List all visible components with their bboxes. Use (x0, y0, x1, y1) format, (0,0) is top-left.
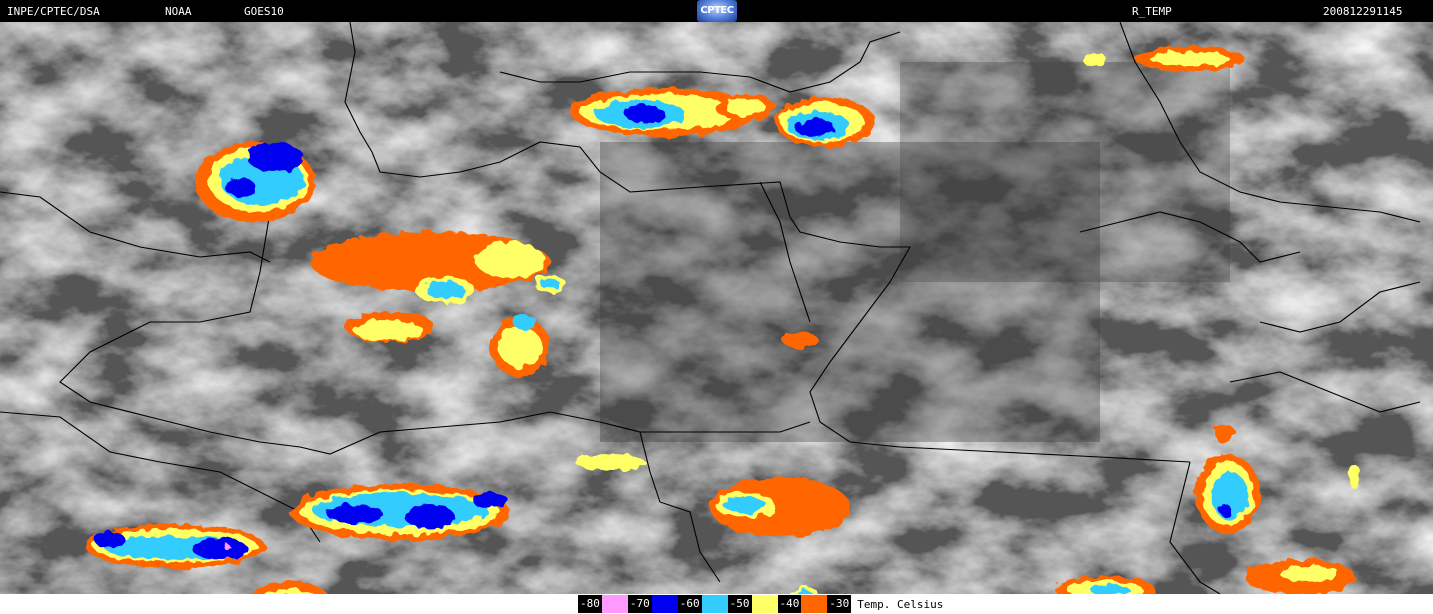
legend-value: -40 (777, 595, 802, 613)
legend-value: -80 (578, 595, 602, 613)
legend-bar: -80 -70 -60 -50 -40 -30 Temp. Celsius (0, 594, 1433, 614)
storm-cell-nw (195, 142, 315, 222)
satellite-map (0, 22, 1433, 594)
legend-value: -30 (827, 595, 852, 613)
legend-swatch (801, 595, 828, 613)
cptec-logo: CPTEC (697, 0, 737, 22)
legend-swatch (651, 595, 678, 613)
legend-value: -50 (727, 595, 752, 613)
header-bar: INPE/CPTEC/DSA NOAA GOES10 CPTEC R_TEMP … (0, 0, 1433, 22)
legend-value: -60 (677, 595, 702, 613)
legend-unit: Temp. Celsius (857, 597, 944, 611)
product-label: R_TEMP (1132, 5, 1172, 18)
timestamp-label: 200812291145 (1323, 5, 1403, 18)
legend-swatch (601, 595, 628, 613)
temperature-legend: -80 -70 -60 -50 -40 -30 Temp. Celsius (578, 595, 943, 613)
source-label: INPE/CPTEC/DSA (7, 5, 100, 18)
agency-label: NOAA (165, 5, 192, 18)
legend-value: -70 (627, 595, 652, 613)
legend-swatch (701, 595, 728, 613)
satellite-label: GOES10 (244, 5, 284, 18)
dark-region-east (900, 62, 1230, 282)
legend-swatch (751, 595, 778, 613)
